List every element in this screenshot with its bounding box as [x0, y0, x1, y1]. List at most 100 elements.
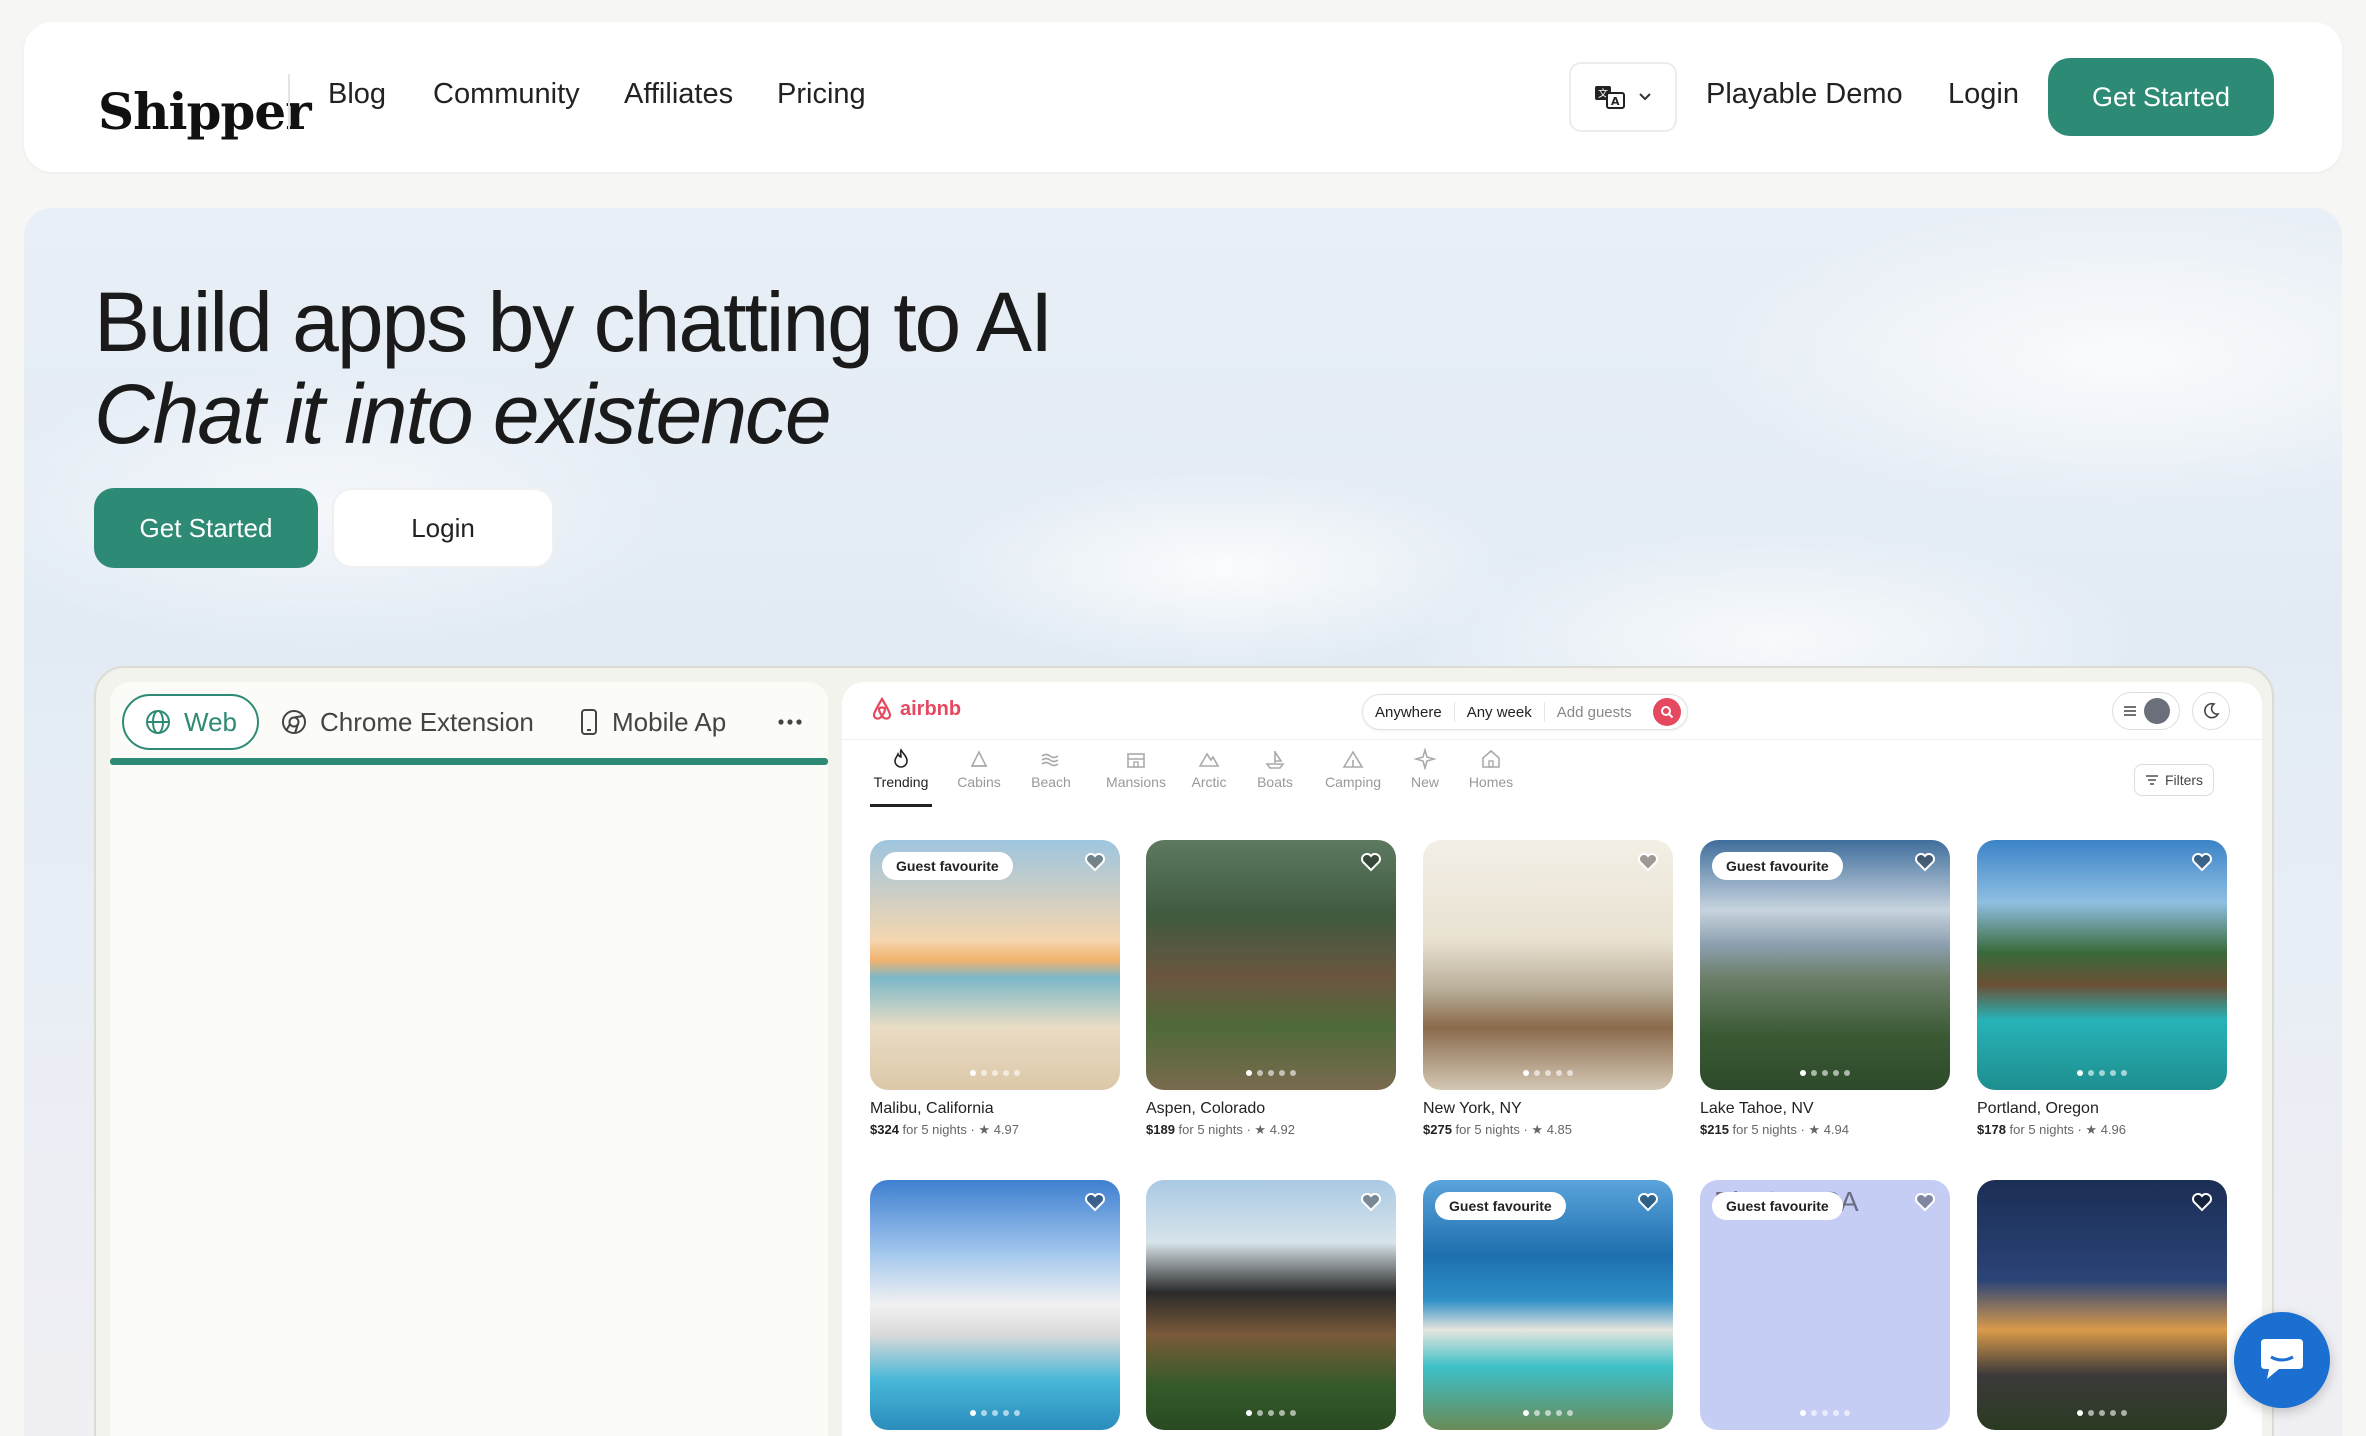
heart-icon[interactable] [1360, 1192, 1382, 1212]
hero-get-started-button[interactable]: Get Started [94, 488, 318, 568]
top-navigation: Shipper Blog Community Affiliates Pricin… [24, 22, 2342, 172]
carousel-dots[interactable] [1246, 1070, 1296, 1076]
listing-photo[interactable] [1423, 840, 1673, 1090]
carousel-dots[interactable] [2077, 1410, 2127, 1416]
carousel-dots[interactable] [970, 1410, 1020, 1416]
search-button[interactable] [1653, 698, 1681, 726]
rating-star-icon: · ★ [1796, 1122, 1824, 1137]
category-mansions[interactable]: Mansions [1088, 748, 1184, 790]
category-arctic[interactable]: Arctic [1174, 748, 1244, 790]
hero-login-button[interactable]: Login [332, 488, 554, 568]
filters-button[interactable]: Filters [2134, 764, 2214, 796]
guest-favourite-badge: Guest favourite [1712, 1192, 1843, 1220]
platform-tabs: Web Chrome Extension Mobile Ap [122, 694, 822, 750]
search-any-week[interactable]: Any week [1455, 702, 1545, 722]
svg-text:A: A [1611, 95, 1620, 108]
airbnb-icon [872, 696, 892, 720]
hero-subheadline: Chat it into existence [94, 367, 832, 461]
listing-card[interactable]: Big Sur, CAGuest favourite [1700, 1180, 1950, 1430]
theme-toggle[interactable] [2192, 692, 2230, 730]
listing-photo[interactable]: Guest favourite [870, 840, 1120, 1090]
listing-rating: 4.94 [1823, 1122, 1850, 1137]
demo-frame: Web Chrome Extension Mobile Ap airbnb An… [94, 666, 2274, 1436]
listing-photo[interactable] [1977, 840, 2227, 1090]
guest-favourite-badge: Guest favourite [882, 852, 1013, 880]
category-label: Homes [1468, 774, 1514, 790]
nav-link-blog[interactable]: Blog [328, 78, 386, 111]
listing-card[interactable]: New York, NY $275 for 5 nights · ★ 4.85 [1423, 840, 1673, 1138]
category-camping[interactable]: Camping [1310, 748, 1396, 790]
nav-link-community[interactable]: Community [433, 78, 580, 111]
listing-meta: $178 for 5 nights · ★ 4.96 [1977, 1122, 2227, 1138]
listing-card[interactable] [870, 1180, 1120, 1430]
listing-card[interactable]: Guest favourite Malibu, California $324 fo… [870, 840, 1120, 1138]
category-bar: Trending Cabins Beach Mansions Arctic Bo… [870, 748, 2260, 808]
carousel-dots[interactable] [1523, 1070, 1573, 1076]
nav-link-pricing[interactable]: Pricing [777, 78, 866, 111]
listing-photo[interactable] [870, 1180, 1120, 1430]
category-label: Cabins [957, 774, 1001, 790]
listing-photo[interactable] [1146, 840, 1396, 1090]
carousel-dots[interactable] [1800, 1410, 1850, 1416]
search-add-guests[interactable]: Add guests [1545, 702, 1644, 722]
listing-card[interactable] [1977, 1180, 2227, 1430]
heart-icon[interactable] [1360, 852, 1382, 872]
user-menu[interactable] [2112, 692, 2180, 730]
listing-photo[interactable]: Guest favourite [1700, 840, 1950, 1090]
carousel-dots[interactable] [1246, 1410, 1296, 1416]
guest-favourite-badge: Guest favourite [1435, 1192, 1566, 1220]
category-cabins[interactable]: Cabins [944, 748, 1014, 790]
listing-photo[interactable]: Guest favourite [1423, 1180, 1673, 1430]
playable-demo-link[interactable]: Playable Demo [1706, 78, 1903, 111]
more-tabs-button[interactable] [776, 694, 804, 750]
listing-rating: 4.96 [2100, 1122, 2127, 1137]
listing-photo[interactable]: Big Sur, CAGuest favourite [1700, 1180, 1950, 1430]
airbnb-logo[interactable]: airbnb [870, 696, 961, 722]
search-bar[interactable]: Anywhere Any week Add guests [1362, 694, 1688, 730]
nav-link-affiliates[interactable]: Affiliates [624, 78, 733, 111]
listing-card[interactable]: Aspen, Colorado $189 for 5 nights · ★ 4.9… [1146, 840, 1396, 1138]
category-beach[interactable]: Beach [1016, 748, 1086, 790]
category-label: Mansions [1106, 774, 1166, 790]
carousel-dots[interactable] [970, 1070, 1020, 1076]
listing-photo[interactable] [1977, 1180, 2227, 1430]
search-anywhere[interactable]: Anywhere [1363, 702, 1455, 722]
tab-chrome-extension[interactable]: Chrome Extension [280, 694, 534, 750]
listing-meta: $275 for 5 nights · ★ 4.85 [1423, 1122, 1673, 1138]
listing-photo[interactable] [1146, 1180, 1396, 1430]
category-trending[interactable]: Trending [866, 748, 936, 790]
heart-icon[interactable] [1914, 1192, 1936, 1212]
listing-nights: for 5 nights [1732, 1122, 1797, 1137]
tab-mobile-app[interactable]: Mobile Ap [578, 694, 726, 750]
nav-get-started-button[interactable]: Get Started [2048, 58, 2274, 136]
heart-icon[interactable] [1084, 852, 1106, 872]
listing-location: Lake Tahoe, NV [1700, 1100, 1814, 1117]
heart-icon[interactable] [1637, 1192, 1659, 1212]
hero-headline: Build apps by chatting to AI [94, 275, 1053, 369]
active-category-indicator [870, 804, 932, 807]
category-homes[interactable]: Homes [1456, 748, 1526, 790]
category-new[interactable]: New [1390, 748, 1460, 790]
tab-web-label: Web [184, 706, 237, 737]
smartphone-icon [581, 709, 597, 735]
chat-widget-button[interactable] [2234, 1312, 2330, 1408]
heart-icon[interactable] [1914, 852, 1936, 872]
carousel-dots[interactable] [1800, 1070, 1850, 1076]
heart-icon[interactable] [1637, 852, 1659, 872]
category-label: Camping [1324, 774, 1382, 790]
tab-web[interactable]: Web [122, 694, 259, 750]
listing-card[interactable]: Portland, Oregon $178 for 5 nights · ★ 4.… [1977, 840, 2227, 1138]
heart-icon[interactable] [1084, 1192, 1106, 1212]
carousel-dots[interactable] [1523, 1410, 1573, 1416]
listing-card[interactable]: Guest favourite Lake Tahoe, NV $215 for 5 … [1700, 840, 1950, 1138]
listing-card[interactable] [1146, 1180, 1396, 1430]
brand-name: airbnb [900, 697, 962, 720]
heart-icon[interactable] [2191, 1192, 2213, 1212]
nav-login-link[interactable]: Login [1948, 78, 2019, 111]
carousel-dots[interactable] [2077, 1070, 2127, 1076]
listing-card[interactable]: Guest favourite [1423, 1180, 1673, 1430]
logo[interactable]: Shipper [98, 82, 312, 141]
category-boats[interactable]: Boats [1240, 748, 1310, 790]
language-selector[interactable]: 文 A [1569, 62, 1677, 132]
heart-icon[interactable] [2191, 852, 2213, 872]
